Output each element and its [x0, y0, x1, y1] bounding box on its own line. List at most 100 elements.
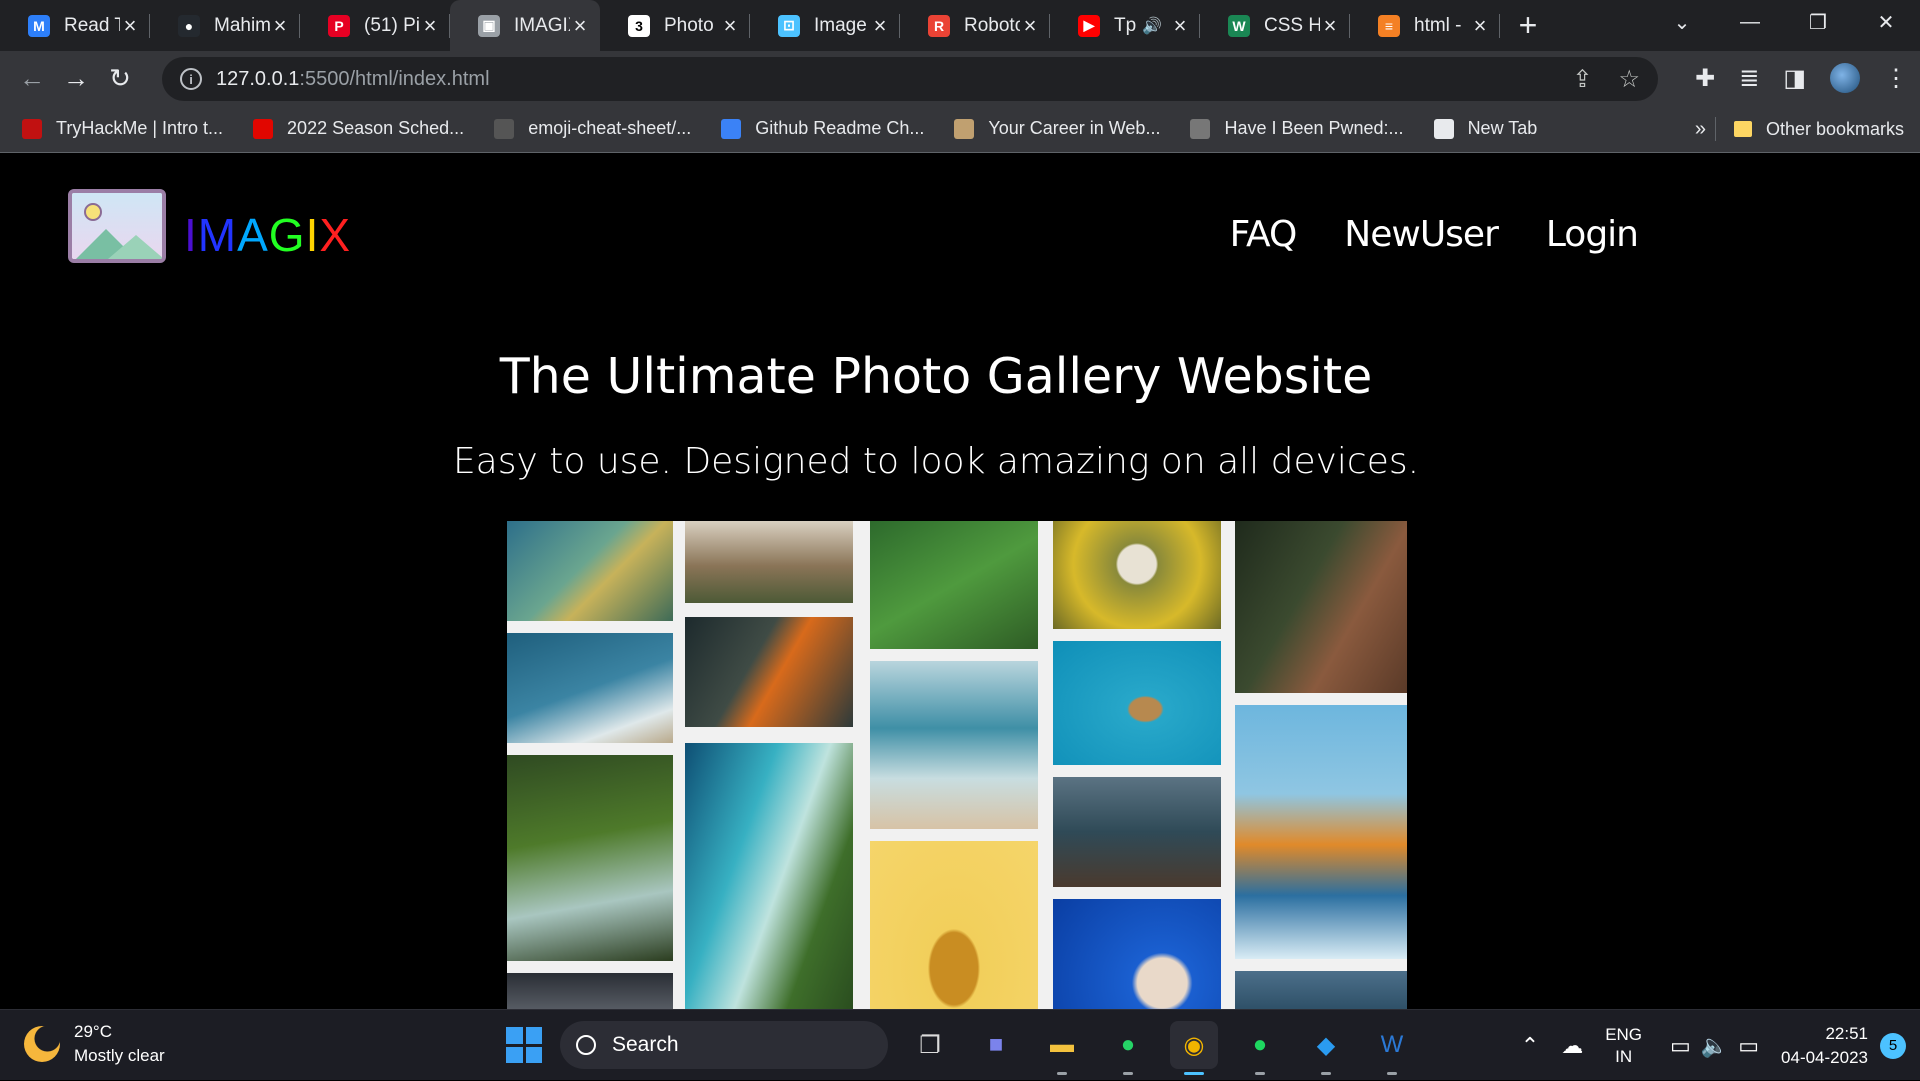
close-tab-icon[interactable]: × — [1320, 13, 1340, 39]
tab-search-icon[interactable]: ⌄ — [1648, 0, 1716, 44]
file-explorer-icon[interactable]: ▬ — [1038, 1021, 1086, 1075]
spotify-icon[interactable]: ● — [1236, 1021, 1284, 1075]
side-panel-icon[interactable]: ◨ — [1783, 64, 1806, 93]
browser-tab[interactable]: R Roboto × — [900, 0, 1050, 51]
brand-letter: G — [268, 209, 306, 261]
word-icon[interactable]: W — [1368, 1021, 1416, 1075]
photo-beach-walk[interactable] — [870, 661, 1038, 829]
browser-tab[interactable]: 3 Photo × — [600, 0, 750, 51]
whatsapp-icon[interactable]: ● — [1104, 1021, 1152, 1075]
browser-tab[interactable]: ≡ html - × — [1350, 0, 1500, 51]
nav-login[interactable]: Login — [1546, 214, 1639, 255]
nav-newuser[interactable]: NewUser — [1344, 214, 1499, 255]
photo-waterfall-moss[interactable] — [507, 755, 673, 961]
browser-tab[interactable]: ▣ IMAGIX× — [450, 0, 600, 51]
vscode-icon[interactable]: ◆ — [1302, 1021, 1350, 1075]
bookmark-item[interactable]: Have I Been Pwned:... — [1190, 118, 1404, 139]
weather-condition: Mostly clear — [74, 1046, 165, 1065]
close-tab-icon[interactable]: × — [1020, 13, 1040, 39]
bookmark-item[interactable]: Github Readme Ch... — [721, 118, 924, 139]
photo-boat-sea[interactable] — [507, 633, 673, 743]
photo-grazing-animal[interactable] — [685, 521, 853, 603]
menu-icon[interactable]: ⋮ — [1884, 64, 1908, 93]
browser-tab[interactable]: ● Mahim × — [150, 0, 300, 51]
task-view-icon[interactable]: ❐ — [906, 1021, 954, 1069]
bookmark-item[interactable]: TryHackMe | Intro t... — [22, 118, 223, 139]
weather-widget[interactable]: 29°C Mostly clear — [24, 1020, 165, 1068]
share-icon[interactable]: ⇪ — [1572, 65, 1592, 94]
restore-button[interactable]: ❐ — [1784, 0, 1852, 44]
photo-dark-object[interactable] — [507, 973, 673, 1009]
nav-faq[interactable]: FAQ — [1230, 214, 1298, 255]
browser-tab[interactable]: P (51) Pi × — [300, 0, 450, 51]
taskbar-search[interactable]: Search — [560, 1021, 888, 1069]
clock[interactable]: 22:51 04-04-2023 — [1781, 1022, 1868, 1070]
close-tab-icon[interactable]: × — [720, 13, 740, 39]
close-tab-icon[interactable]: × — [570, 13, 590, 39]
other-bookmarks-folder[interactable]: Other bookmarks — [1733, 105, 1904, 153]
photo-green-fields[interactable] — [870, 521, 1038, 649]
bookmark-item[interactable]: 2022 Season Sched... — [253, 118, 464, 139]
more-bookmarks-button[interactable]: » — [1695, 105, 1706, 153]
brand-letter: X — [319, 209, 352, 261]
back-icon[interactable]: ← — [10, 56, 54, 100]
photo-eye-portrait[interactable] — [1235, 521, 1407, 693]
photo-aerial-pier[interactable] — [1053, 641, 1221, 765]
notification-badge[interactable]: 5 — [1880, 1032, 1906, 1059]
browser-tab[interactable]: M Read T × — [0, 0, 150, 51]
language-indicator[interactable]: ENG IN — [1605, 1024, 1642, 1068]
profile-avatar[interactable] — [1830, 63, 1860, 93]
photo-aerial-lagoon[interactable] — [685, 743, 853, 1009]
audio-playing-icon[interactable]: 🔊 — [1142, 16, 1162, 36]
show-hidden-icons-icon[interactable]: ⌃ — [1521, 1033, 1539, 1059]
bookmark-item[interactable]: emoji-cheat-sheet/... — [494, 118, 691, 139]
extensions-icon[interactable]: ✚ — [1695, 64, 1715, 93]
photo-yellow-door[interactable] — [870, 841, 1038, 1009]
chrome-icon[interactable]: ◉ — [1170, 1021, 1218, 1075]
forward-icon[interactable]: → — [54, 56, 98, 100]
address-bar[interactable]: i 127.0.0.1:5500/html/index.html ⇪ ☆ — [162, 57, 1658, 101]
folder-icon — [1733, 121, 1752, 137]
browser-tab[interactable]: ▶ Tp 🔊 × — [1050, 0, 1200, 51]
close-tab-icon[interactable]: × — [120, 13, 140, 39]
css-icon: W — [1228, 14, 1250, 37]
minimize-button[interactable]: — — [1716, 0, 1784, 44]
close-tab-icon[interactable]: × — [1170, 13, 1190, 39]
close-tab-icon[interactable]: × — [270, 13, 290, 39]
bookmark-label: TryHackMe | Intro t... — [56, 118, 224, 138]
network-icon[interactable]: ▭ — [1670, 1033, 1691, 1059]
new-tab-button[interactable]: + — [1500, 0, 1556, 51]
teams-chat-icon[interactable]: ■ — [972, 1021, 1020, 1069]
bookmark-item[interactable]: New Tab — [1433, 118, 1537, 139]
media-control-icon[interactable]: ≣ — [1739, 64, 1759, 93]
photo-boat-splash[interactable] — [1235, 705, 1407, 959]
tab-title: Photo — [664, 14, 714, 36]
browser-tab[interactable]: ⊡ Image × — [750, 0, 900, 51]
photo-cliff-sunset[interactable] — [685, 617, 853, 727]
github-icon: ● — [178, 14, 200, 37]
volume-icon[interactable]: 🔈 — [1701, 1033, 1728, 1059]
photo-flamingo[interactable] — [1235, 971, 1407, 1009]
imagix-logo-icon[interactable] — [68, 189, 166, 263]
photo-aerial-coast[interactable] — [507, 521, 673, 621]
url-text[interactable]: 127.0.0.1:5500/html/index.html — [216, 68, 490, 91]
close-tab-icon[interactable]: × — [870, 13, 890, 39]
close-tab-icon[interactable]: × — [420, 13, 440, 39]
brand-name[interactable]: IMAGIX — [184, 208, 351, 262]
bookmark-label: Have I Been Pwned:... — [1224, 118, 1404, 138]
close-tab-icon[interactable]: × — [1470, 13, 1490, 39]
battery-icon[interactable]: ▭ — [1738, 1033, 1759, 1059]
infinity-icon — [721, 118, 742, 139]
reload-icon[interactable]: ↻ — [98, 56, 142, 100]
photo-jellyfish[interactable] — [1053, 899, 1221, 1009]
site-info-icon[interactable]: i — [180, 68, 202, 90]
bookmark-item[interactable]: Your Career in Web... — [954, 118, 1160, 139]
bookmark-star-icon[interactable]: ☆ — [1618, 65, 1640, 94]
photo-owl-flowers[interactable] — [1053, 521, 1221, 629]
onedrive-icon[interactable]: ☁ — [1561, 1033, 1583, 1059]
browser-toolbar: ← → ↻ i 127.0.0.1:5500/html/index.html ⇪… — [0, 51, 1920, 105]
close-window-button[interactable]: ✕ — [1852, 0, 1920, 44]
browser-tab[interactable]: W CSS He× — [1200, 0, 1350, 51]
windows-start-icon[interactable] — [506, 1027, 542, 1063]
photo-rocky-waves[interactable] — [1053, 777, 1221, 887]
